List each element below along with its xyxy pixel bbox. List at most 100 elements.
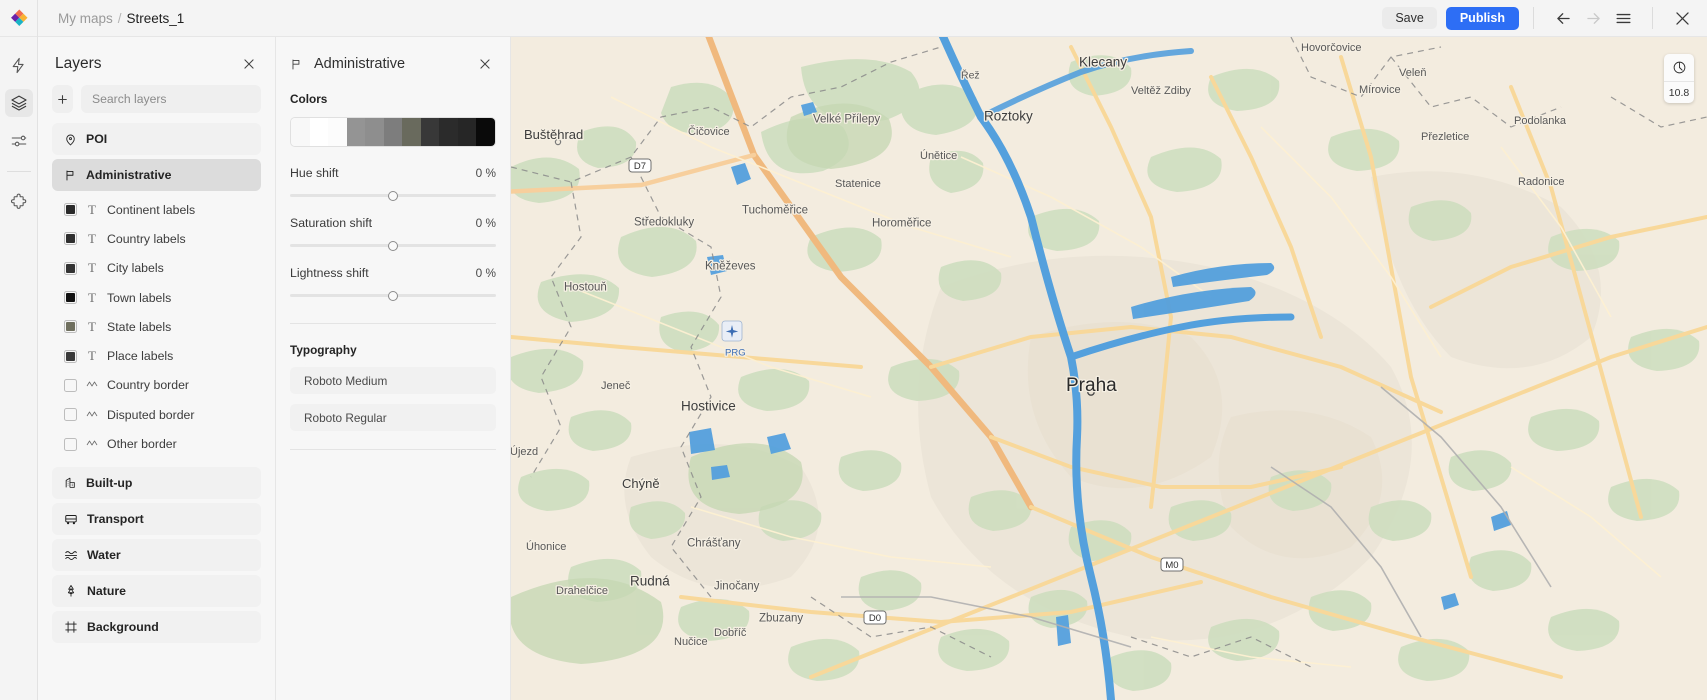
search-layers-input[interactable]: [81, 85, 261, 113]
map-canvas[interactable]: D7 M0 D0 Klecany Hovorčovice Řež Veltěž Zdi…: [511, 37, 1707, 700]
layer-item-place-labels[interactable]: T Place labels: [52, 341, 261, 370]
palette-swatch[interactable]: [457, 118, 477, 146]
properties-panel: Administrative Colors Hue shift 0 % Satu…: [276, 37, 511, 700]
layers-search-row: [38, 73, 275, 123]
layer-item-label: City labels: [107, 261, 164, 276]
palette-swatch[interactable]: [346, 118, 366, 146]
section-divider: [290, 449, 496, 450]
text-icon: T: [88, 201, 96, 217]
layer-item-disputed-border[interactable]: Disputed border: [52, 400, 261, 429]
layer-group-built-up[interactable]: Built-up: [52, 466, 261, 499]
map-label: Středokluky: [634, 217, 694, 229]
breadcrumb-current[interactable]: Streets_1: [127, 11, 185, 26]
map-label: Chýně: [622, 476, 660, 491]
divider: [1652, 7, 1653, 29]
palette-swatch[interactable]: [309, 118, 329, 146]
forward-button[interactable]: [1578, 3, 1608, 33]
svg-text:D0: D0: [869, 613, 881, 624]
map-rendering: D7 M0 D0 Klecany Hovorčovice Řež Veltěž Zdi…: [511, 37, 1707, 700]
app-root: My maps / Streets_1 Save Publish Layers …: [0, 0, 1707, 700]
svg-text:D7: D7: [634, 161, 646, 172]
palette-swatch[interactable]: [420, 118, 440, 146]
palette-swatch[interactable]: [476, 118, 495, 146]
publish-button[interactable]: Publish: [1445, 6, 1519, 30]
text-icon: T: [88, 230, 96, 246]
layer-item-continent-labels[interactable]: T Continent labels: [52, 195, 261, 224]
font-option-regular[interactable]: Roboto Regular: [290, 404, 496, 431]
lightness-shift-slider[interactable]: [290, 290, 496, 301]
lightness-shift-label: Lightness shift: [290, 266, 369, 280]
rail-item-plugins[interactable]: [5, 188, 33, 216]
top-bar-actions: Save Publish: [1382, 0, 1707, 37]
close-icon: [1675, 11, 1689, 25]
layer-group-nature[interactable]: Nature: [52, 574, 261, 607]
hamburger-menu-icon: [1615, 13, 1631, 23]
layer-item-country-labels[interactable]: T Country labels: [52, 224, 261, 253]
map-zoom-indicator[interactable]: 10.8: [1664, 54, 1694, 103]
layer-item-state-labels[interactable]: T State labels: [52, 312, 261, 341]
hue-shift-slider-knob[interactable]: [388, 190, 398, 201]
breadcrumb-root[interactable]: My maps: [58, 11, 113, 26]
palette-swatch[interactable]: [402, 118, 421, 146]
map-label: Praha: [1066, 375, 1117, 396]
layer-color-swatch[interactable]: [64, 203, 77, 217]
add-layer-button[interactable]: [52, 85, 73, 113]
layer-item-town-labels[interactable]: T Town labels: [52, 283, 261, 312]
layer-color-swatch[interactable]: [64, 320, 77, 334]
properties-panel-close-button[interactable]: [476, 55, 494, 73]
rail-item-settings[interactable]: [5, 127, 33, 155]
map-label: Dobříč: [714, 627, 747, 639]
map-label: Horoměřice: [872, 218, 931, 230]
save-button[interactable]: Save: [1382, 7, 1437, 29]
layer-group-label: POI: [86, 132, 108, 146]
layer-color-swatch[interactable]: [64, 261, 77, 275]
layer-group-transport[interactable]: Transport: [52, 502, 261, 535]
font-option-medium[interactable]: Roboto Medium: [290, 367, 496, 394]
back-button[interactable]: [1548, 3, 1578, 33]
layer-group-label: Administrative: [86, 168, 172, 182]
lightness-shift-slider-knob[interactable]: [388, 290, 398, 301]
map-label: Velké Přílepy: [813, 114, 880, 126]
rail-divider: [6, 171, 31, 172]
layer-group-water[interactable]: Water: [52, 538, 261, 571]
color-palette-strip[interactable]: [290, 117, 496, 147]
waves-icon: [64, 550, 78, 560]
layer-color-swatch[interactable]: [64, 378, 77, 392]
saturation-shift-slider-knob[interactable]: [388, 240, 398, 251]
road-shield: M0: [1160, 557, 1184, 572]
app-logo[interactable]: [0, 0, 38, 37]
compass-clock-button[interactable]: [1664, 54, 1694, 81]
arrow-left-icon: [1556, 12, 1570, 24]
text-icon: T: [88, 260, 96, 276]
layer-color-swatch[interactable]: [64, 349, 77, 363]
layer-color-swatch[interactable]: [64, 408, 77, 422]
saturation-shift-label: Saturation shift: [290, 216, 373, 230]
layer-item-other-border[interactable]: Other border: [52, 429, 261, 458]
rail-item-layers[interactable]: [4, 89, 33, 117]
layer-group-background[interactable]: Background: [52, 610, 261, 643]
layer-item-country-border[interactable]: Country border: [52, 371, 261, 400]
palette-swatch[interactable]: [328, 118, 347, 146]
palette-swatch[interactable]: [365, 118, 384, 146]
layer-sublist-administrative: T Continent labels T Country labels T Ci…: [52, 195, 261, 462]
layers-panel-close-button[interactable]: [240, 55, 258, 73]
airport-marker: [721, 320, 743, 342]
saturation-shift-slider[interactable]: [290, 240, 496, 251]
menu-button[interactable]: [1608, 3, 1638, 33]
palette-swatch[interactable]: [291, 118, 310, 146]
layer-group-poi[interactable]: POI: [52, 123, 261, 155]
line-icon: [86, 436, 98, 452]
close-window-button[interactable]: [1667, 3, 1697, 33]
layer-item-city-labels[interactable]: T City labels: [52, 254, 261, 283]
left-rail: [0, 37, 38, 700]
rail-item-quick-actions[interactable]: [5, 51, 33, 79]
hue-shift-slider[interactable]: [290, 190, 496, 201]
layer-color-swatch[interactable]: [64, 232, 77, 246]
palette-swatch[interactable]: [383, 118, 403, 146]
layer-color-swatch[interactable]: [64, 437, 77, 451]
layer-color-swatch[interactable]: [64, 291, 77, 305]
layer-group-administrative[interactable]: Administrative: [52, 159, 261, 191]
layer-item-label: Continent labels: [107, 202, 196, 217]
palette-swatch[interactable]: [439, 118, 458, 146]
typography-section-title: Typography: [290, 343, 357, 357]
